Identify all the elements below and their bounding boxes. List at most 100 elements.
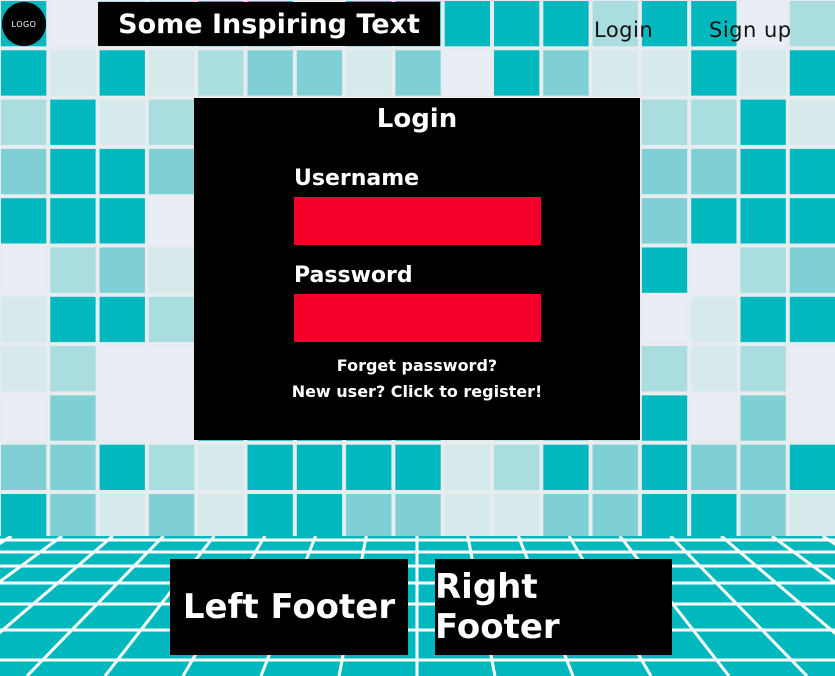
wall-tile	[294, 492, 345, 540]
left-footer: Left Footer	[170, 559, 408, 655]
wall-tile	[97, 393, 147, 443]
wall-tile	[245, 48, 295, 98]
wall-tile	[590, 48, 640, 98]
wall-tile	[738, 97, 788, 147]
wall-tile	[48, 48, 98, 98]
wall-tile	[689, 344, 739, 394]
wall-tile	[492, 492, 542, 540]
wall-tile	[639, 442, 690, 493]
wall-tile	[146, 442, 197, 493]
wall-tile	[639, 294, 690, 345]
wall-tile	[344, 442, 394, 493]
wall-tile	[787, 48, 835, 98]
wall-tile	[48, 393, 98, 443]
wall-tile	[738, 393, 788, 443]
wall-tile	[294, 442, 345, 493]
wall-tile	[787, 196, 835, 246]
wall-tile	[146, 48, 197, 98]
wall-tile	[97, 196, 147, 246]
wall-tile	[146, 146, 197, 197]
wall-tile	[639, 196, 690, 246]
wall-tile	[689, 393, 739, 443]
wall-tile	[787, 393, 835, 443]
wall-tile	[0, 492, 49, 540]
wall-tile	[541, 48, 591, 98]
wall-tile	[146, 344, 197, 394]
wall-tile	[344, 492, 394, 540]
wall-tile	[738, 245, 788, 295]
login-panel: Login Username Password Forget password?…	[194, 98, 640, 440]
wall-tile	[245, 442, 295, 493]
wall-tile	[689, 196, 739, 246]
wall-tile	[48, 97, 98, 147]
wall-tile	[689, 97, 739, 147]
wall-tile	[97, 245, 147, 295]
username-input[interactable]	[294, 197, 541, 245]
wall-tile	[738, 294, 788, 345]
wall-tile	[0, 245, 49, 295]
wall-tile	[245, 492, 295, 540]
tiled-floor-background	[0, 536, 835, 676]
wall-tile	[97, 294, 147, 345]
wall-tile	[639, 492, 690, 540]
wall-tile	[0, 442, 49, 493]
wall-tile	[787, 492, 835, 540]
wall-tile	[196, 492, 246, 540]
wall-tile	[0, 48, 49, 98]
wall-tile	[442, 492, 493, 540]
wall-tile	[689, 48, 739, 98]
wall-tile	[294, 48, 345, 98]
wall-tile	[639, 146, 690, 197]
username-label: Username	[294, 166, 420, 191]
wall-tile	[787, 344, 835, 394]
login-title: Login	[376, 104, 458, 134]
wall-tile	[492, 48, 542, 98]
wall-tile	[97, 146, 147, 197]
wall-tile	[97, 492, 147, 540]
forgot-password-link[interactable]: Forget password?	[194, 356, 640, 375]
wall-tile	[442, 442, 493, 493]
wall-tile	[196, 442, 246, 493]
wall-tile	[0, 97, 49, 147]
wall-tile	[689, 294, 739, 345]
wall-tile	[146, 492, 197, 540]
password-input[interactable]	[294, 294, 541, 342]
wall-tile	[787, 0, 835, 49]
nav-signup-link[interactable]: Sign up	[709, 18, 792, 42]
wall-tile	[48, 196, 98, 246]
wall-tile	[0, 344, 49, 394]
wall-tile	[787, 97, 835, 147]
wall-tile	[48, 344, 98, 394]
wall-tile	[48, 442, 98, 493]
logo-text: LOGO	[11, 19, 37, 29]
wall-tile	[689, 146, 739, 197]
wall-tile	[541, 442, 591, 493]
wall-tile	[738, 492, 788, 540]
wall-tile	[393, 492, 443, 540]
wall-tile	[541, 0, 591, 49]
wall-tile	[639, 344, 690, 394]
wall-tile	[393, 442, 443, 493]
wall-tile	[590, 442, 640, 493]
register-link[interactable]: New user? Click to register!	[194, 382, 640, 401]
wall-tile	[97, 97, 147, 147]
wall-tile	[639, 97, 690, 147]
wall-tile	[738, 442, 788, 493]
wall-tile	[738, 196, 788, 246]
nav-login-link[interactable]: Login	[594, 18, 653, 42]
wall-tile	[48, 0, 98, 49]
logo[interactable]: LOGO	[2, 2, 46, 46]
wall-tile	[787, 294, 835, 345]
wall-tile	[442, 48, 493, 98]
wall-tile	[393, 48, 443, 98]
wall-tile	[639, 245, 690, 295]
wall-tile	[48, 245, 98, 295]
wall-tile	[738, 48, 788, 98]
right-footer: Right Footer	[435, 559, 672, 655]
wall-tile	[48, 146, 98, 197]
wall-tile	[590, 492, 640, 540]
wall-tile	[48, 294, 98, 345]
wall-tile	[492, 0, 542, 49]
wall-tile	[146, 393, 197, 443]
wall-tile	[146, 245, 197, 295]
